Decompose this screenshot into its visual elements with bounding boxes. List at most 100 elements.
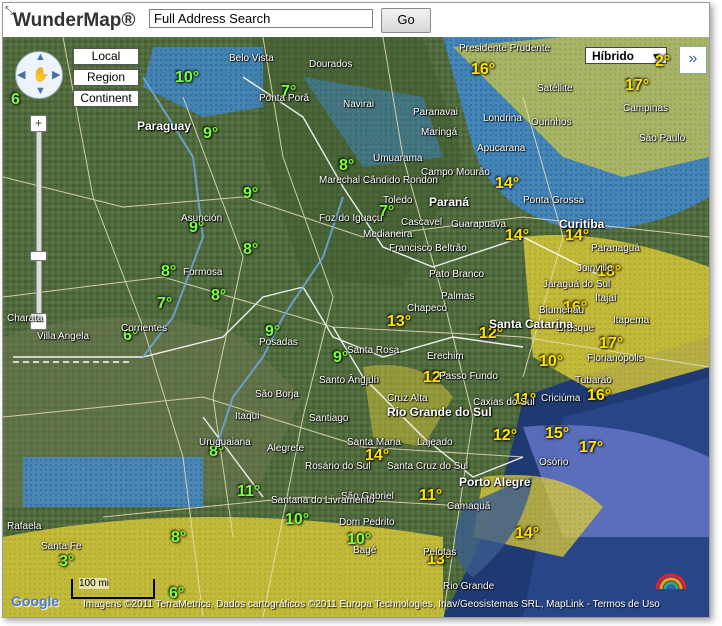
temperature-marker[interactable]: 2° [655, 53, 670, 71]
place-label: Londrina [483, 113, 522, 124]
place-label: Navirai [343, 99, 375, 110]
app-title: WunderMap® [13, 10, 136, 31]
place-label: Corrientes [121, 323, 168, 334]
map-area[interactable]: ▲ ◀ ▶ ▼ ✋ Local Region Continent + − Híb… [3, 37, 709, 617]
place-label: Marechal Cândido Rondon [319, 175, 438, 186]
place-label: Porto Alegre [459, 475, 531, 489]
place-label: Santana do Livramento [271, 495, 375, 506]
map-attribution[interactable]: Imagens ©2011 TerraMetrics, Dados cartog… [83, 599, 660, 610]
place-label: Santa Maria [347, 437, 401, 448]
top-toolbar: ⤡ WunderMap® Go [3, 3, 709, 37]
place-label: Paraná [429, 195, 470, 209]
place-label: Cruz Alta [387, 393, 428, 404]
temperature-marker[interactable]: 17° [625, 77, 649, 95]
temperature-marker[interactable]: 14° [515, 525, 539, 543]
temperature-marker[interactable]: 11° [419, 487, 442, 505]
place-label: Itaqui [235, 411, 260, 422]
map-imagery [3, 37, 709, 617]
region-button[interactable]: Region [73, 69, 139, 86]
place-label: Lajeado [417, 437, 453, 448]
place-label: Camaquã [447, 501, 491, 512]
pan-right-icon[interactable]: ▶ [52, 68, 60, 81]
temperature-marker[interactable]: 8° [171, 529, 186, 547]
place-label: Itajaí [595, 293, 617, 304]
temperature-marker[interactable]: 9° [203, 125, 218, 143]
pan-down-icon[interactable]: ▼ [35, 85, 46, 97]
place-label: Joinville [577, 263, 613, 274]
go-button[interactable]: Go [381, 8, 431, 33]
temperature-marker[interactable]: 10° [175, 69, 199, 87]
temperature-marker[interactable]: 8° [211, 287, 226, 305]
place-label: Presidente Prudente [459, 43, 551, 54]
temperature-marker[interactable]: 15° [545, 425, 569, 443]
place-label: Florianópolis [587, 353, 644, 364]
pan-left-icon[interactable]: ◀ [17, 68, 25, 81]
place-label: Guarapuava [451, 219, 507, 230]
place-label: Blumenau [539, 305, 585, 316]
place-label: Rafaela [7, 521, 42, 532]
temperature-marker[interactable]: 8° [243, 241, 258, 259]
zoom-slider-track[interactable] [36, 115, 42, 325]
place-label: Rio Grande [443, 581, 495, 592]
place-label: Tubarão [575, 375, 612, 386]
place-label: Alegrete [267, 443, 305, 454]
temperature-marker[interactable]: 16° [587, 387, 611, 405]
place-label: Francisco Beltrão [389, 243, 467, 254]
place-label: Passo Fundo [439, 371, 498, 382]
temperature-marker[interactable]: 8° [339, 157, 354, 175]
temperature-marker[interactable]: 14° [505, 227, 529, 245]
local-button[interactable]: Local [73, 48, 139, 65]
wundermap-window: ⤡ WunderMap® Go [2, 2, 710, 618]
place-label: Santa Catarina [489, 317, 574, 331]
place-label: Pato Branco [429, 269, 485, 280]
place-label: Jaraguá do Sul [543, 279, 611, 290]
place-label: Erechim [427, 351, 464, 362]
temperature-marker[interactable]: 10° [539, 353, 563, 371]
temperature-marker[interactable]: 9° [243, 185, 258, 203]
place-label: Charata [7, 313, 43, 324]
address-search-input[interactable] [149, 9, 373, 28]
place-label: Uruguaiana [199, 437, 251, 448]
place-label: Cascavel [401, 217, 443, 228]
place-label: Asunción [181, 213, 223, 224]
hand-icon[interactable]: ✋ [32, 66, 49, 83]
temperature-marker[interactable]: 17° [599, 335, 623, 353]
place-label: Ourinhos [531, 117, 572, 128]
place-label: Criciúma [541, 393, 581, 404]
place-label: Medianeira [363, 229, 413, 240]
temperature-marker[interactable]: 7° [157, 295, 172, 313]
place-label: Villa Angela [37, 331, 90, 342]
zoom-slider-handle[interactable] [30, 251, 47, 261]
place-label: Santa Fe [41, 541, 82, 552]
place-label: Paranaguá [591, 243, 640, 254]
pan-up-icon[interactable]: ▲ [35, 51, 46, 63]
google-logo[interactable]: Google [11, 593, 59, 609]
place-label: Osório [539, 457, 569, 468]
place-label: Apucarana [477, 143, 526, 154]
place-label: Satéllite [537, 83, 573, 94]
continent-button[interactable]: Continent [73, 90, 139, 107]
temperature-marker[interactable]: 13° [387, 313, 411, 331]
temperature-marker[interactable]: 11° [237, 483, 260, 501]
temperature-marker[interactable]: 12° [493, 427, 517, 445]
temperature-marker[interactable]: 6 [11, 91, 20, 109]
temperature-marker[interactable]: 16° [471, 61, 495, 79]
temperature-marker[interactable]: 8° [161, 263, 176, 281]
temperature-marker[interactable]: 3° [59, 553, 74, 571]
zoom-in-button[interactable]: + [30, 115, 47, 132]
place-label: Rosário do Sul [305, 461, 371, 472]
expand-panel-button[interactable]: » [679, 46, 707, 74]
temperature-marker[interactable]: 9° [333, 349, 348, 367]
place-label: Palmas [441, 291, 475, 302]
temperature-marker[interactable]: 10° [285, 511, 309, 529]
place-label: Posadas [259, 337, 298, 348]
place-label: Bagé [353, 545, 377, 556]
place-label: Paranavai [413, 107, 459, 118]
temperature-marker[interactable]: 14° [495, 175, 519, 193]
place-label: Santiago [309, 413, 349, 424]
wunderground-logo-icon [651, 571, 687, 591]
place-label: Itapema [613, 315, 650, 326]
temperature-marker[interactable]: 17° [579, 439, 603, 457]
place-label: São Paulo [639, 133, 686, 144]
pan-control[interactable]: ▲ ◀ ▶ ▼ ✋ [15, 51, 63, 99]
